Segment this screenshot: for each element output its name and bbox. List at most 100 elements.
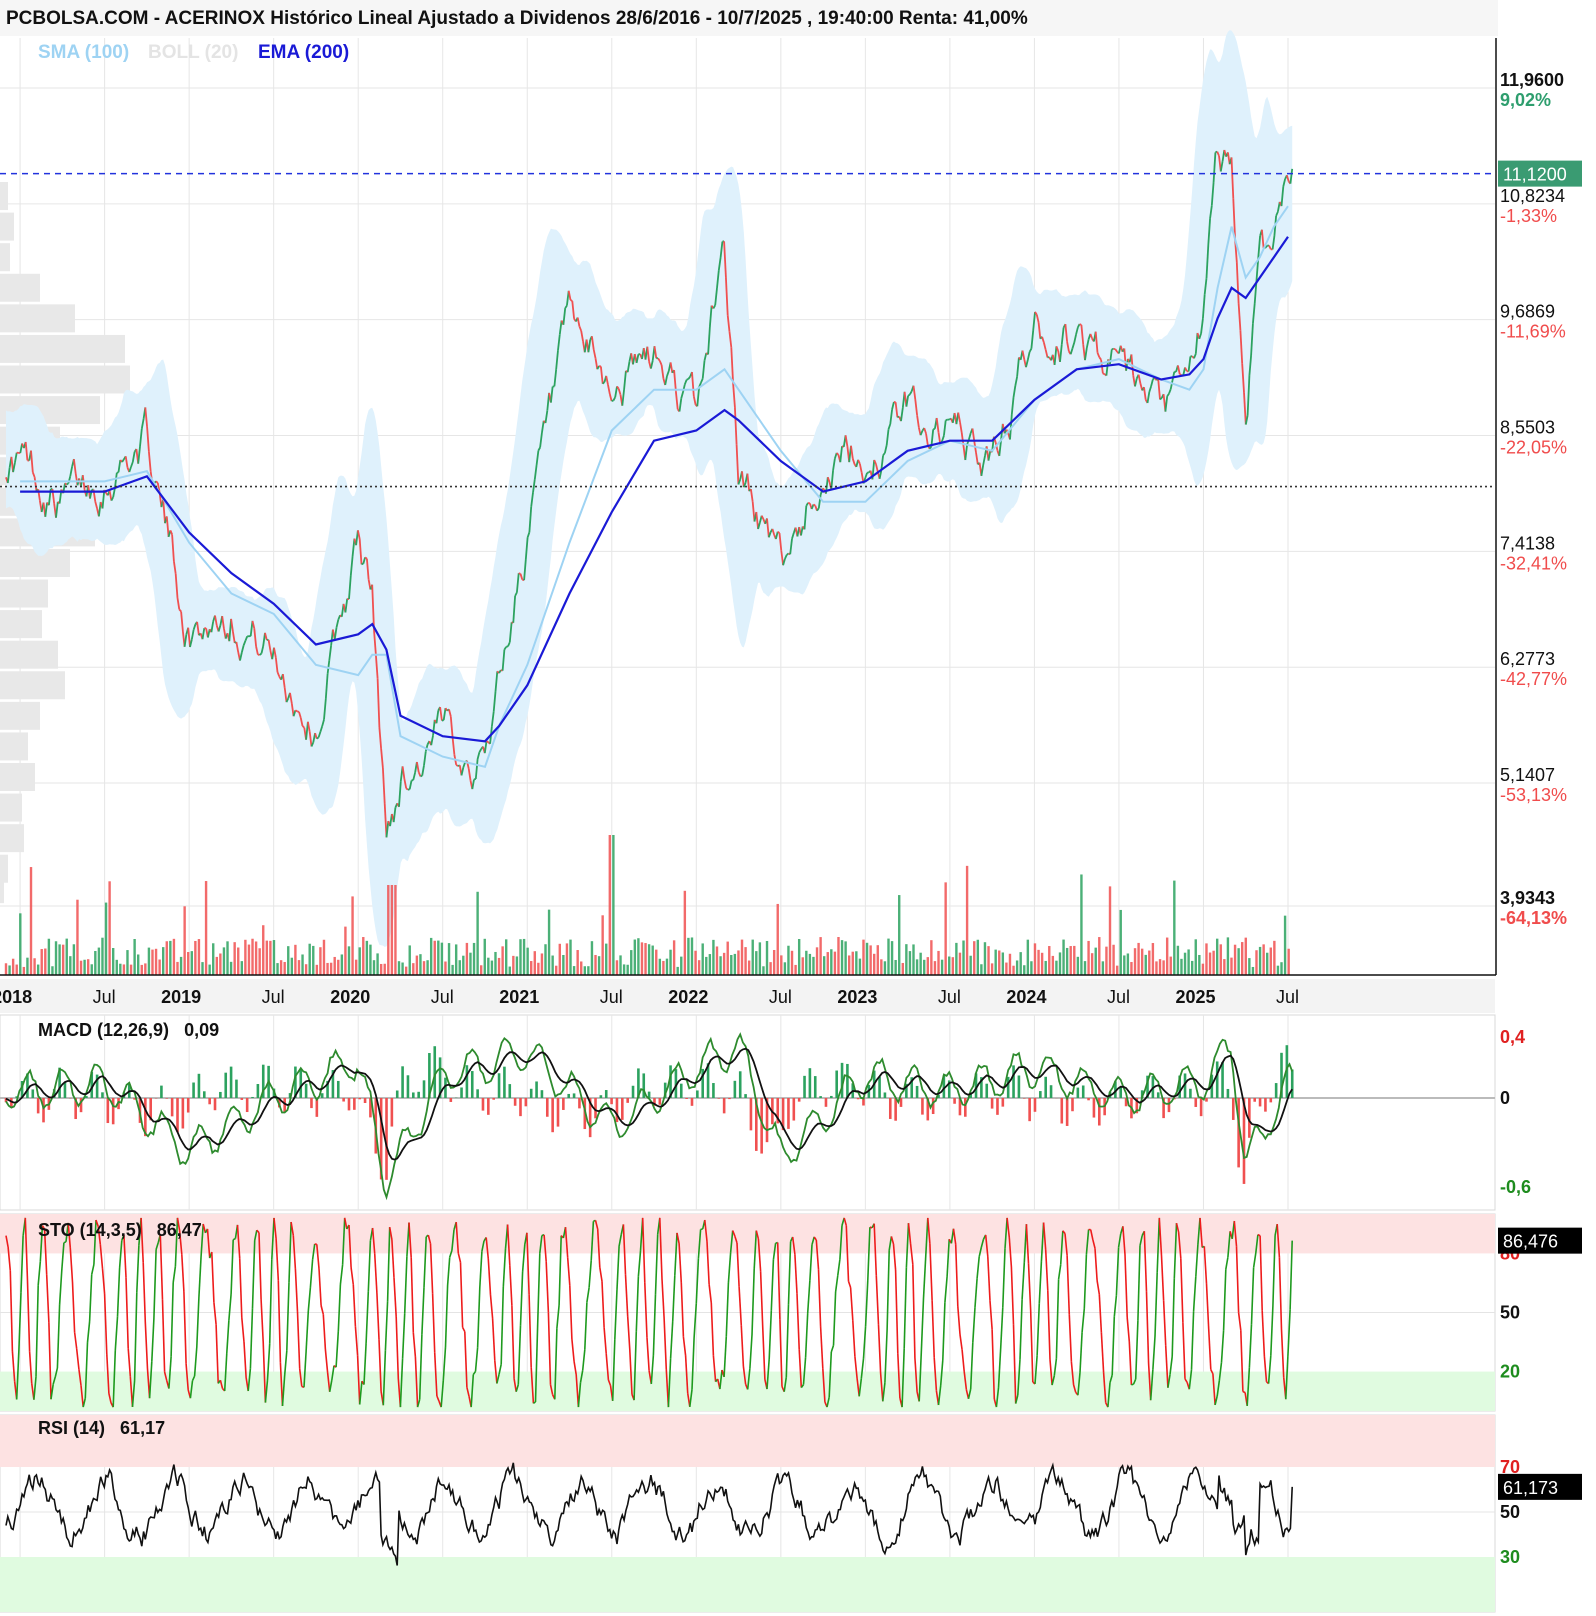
volume-bar — [626, 964, 629, 975]
volume-bar — [358, 947, 361, 975]
volume-bar — [308, 943, 311, 975]
volume-bar — [558, 943, 561, 975]
volume-bar — [765, 940, 769, 975]
macd-histogram-bar — [535, 1081, 538, 1098]
macd-histogram-bar — [406, 1075, 410, 1098]
macd-histogram-bar — [738, 1071, 742, 1098]
volume-bar — [826, 952, 829, 975]
price-segment — [411, 779, 414, 782]
price-segment — [294, 709, 298, 713]
volume-bar — [1262, 944, 1265, 975]
macd-histogram-bar — [1087, 1098, 1090, 1101]
volume-bar — [862, 939, 865, 975]
volume-bar — [490, 960, 494, 975]
volume-bar — [672, 940, 676, 975]
volume-bar — [208, 964, 211, 975]
volume-bar — [51, 966, 54, 975]
macd-histogram-bar — [1199, 1098, 1203, 1117]
volume-bar — [412, 963, 415, 975]
volume-bar — [1090, 953, 1094, 975]
macd-tick-label: -0,6 — [1500, 1177, 1531, 1197]
macd-histogram-bar — [1253, 1098, 1257, 1102]
volume-profile-bar — [0, 182, 8, 211]
volume-bar — [176, 961, 179, 975]
macd-histogram-bar — [422, 1080, 426, 1098]
volume-bar — [519, 939, 522, 975]
volume-bar — [1287, 948, 1290, 975]
volume-bar — [976, 939, 980, 975]
volume-bar — [1137, 942, 1140, 975]
volume-bar — [1080, 874, 1083, 975]
volume-bar — [662, 960, 665, 975]
volume-bar — [722, 952, 726, 975]
volume-bar — [319, 947, 322, 975]
volume-bar — [272, 940, 276, 975]
macd-histogram-bar — [342, 1098, 345, 1102]
price-level-pct: 9,02% — [1500, 90, 1551, 110]
volume-bar — [544, 944, 547, 975]
macd-histogram-bar — [808, 1068, 812, 1098]
volume-bar — [251, 938, 254, 975]
macd-histogram-bar — [1060, 1098, 1064, 1124]
volume-bar — [630, 950, 633, 975]
x-axis-label: 2020 — [330, 987, 370, 1007]
volume-bar — [233, 942, 236, 975]
macd-histogram-bar — [631, 1085, 635, 1098]
volume-bar — [1130, 962, 1133, 975]
macd-histogram-bar — [658, 1098, 662, 1105]
rsi-overbought-zone — [0, 1415, 1495, 1467]
volume-bar — [944, 882, 947, 975]
volume-bar — [204, 881, 208, 975]
macd-histogram-bar — [251, 1096, 254, 1098]
price-level-label: 8,5503 — [1500, 418, 1555, 438]
volume-bar — [1283, 915, 1287, 975]
volume-bar — [1255, 950, 1258, 975]
volume-bar — [215, 956, 218, 975]
volume-bar — [1201, 963, 1205, 975]
volume-bar — [687, 937, 690, 975]
volume-bar — [312, 945, 315, 975]
volume-bar — [801, 957, 804, 975]
volume-profile-bar — [0, 243, 10, 272]
volume-bar — [126, 950, 129, 975]
volume-bar — [772, 949, 776, 975]
macd-histogram-bar — [160, 1085, 163, 1098]
price-segment — [405, 787, 409, 791]
volume-bar — [133, 939, 136, 975]
volume-bar — [187, 952, 190, 975]
volume-bar — [669, 949, 672, 975]
volume-bar — [194, 940, 197, 975]
rsi-name: RSI (14) — [38, 1418, 106, 1438]
volume-bar — [190, 951, 193, 975]
volume-bar — [101, 937, 104, 975]
volume-bar — [858, 958, 862, 975]
volume-profile-bar — [0, 548, 70, 577]
macd-histogram-bar — [540, 1090, 544, 1098]
volume-bar — [1123, 955, 1126, 975]
volume-bar — [655, 949, 658, 975]
volume-bar — [876, 945, 879, 975]
volume-bar — [1266, 952, 1269, 975]
macd-histogram-bar — [985, 1083, 989, 1098]
x-axis-label: 2022 — [668, 987, 708, 1007]
volume-bar — [462, 955, 465, 975]
volume-bar — [701, 943, 704, 975]
macd-histogram-bar — [1264, 1098, 1267, 1112]
volume-bar — [369, 944, 372, 975]
volume-bar — [376, 953, 379, 975]
volume-bar — [47, 938, 51, 975]
volume-bar — [869, 945, 872, 975]
volume-bar — [522, 938, 526, 975]
volume-bar — [583, 966, 587, 975]
volume-bar — [1276, 965, 1280, 975]
volume-bar — [851, 951, 854, 975]
macd-histogram-bar — [197, 1073, 201, 1098]
volume-bar — [830, 949, 833, 975]
price-segment — [1113, 347, 1116, 351]
volume-bar — [61, 944, 65, 975]
volume-bar — [837, 937, 840, 975]
price-segment — [66, 482, 70, 486]
macd-histogram-bar — [304, 1083, 308, 1098]
volume-bar — [608, 835, 612, 975]
volume-bar — [615, 960, 619, 975]
